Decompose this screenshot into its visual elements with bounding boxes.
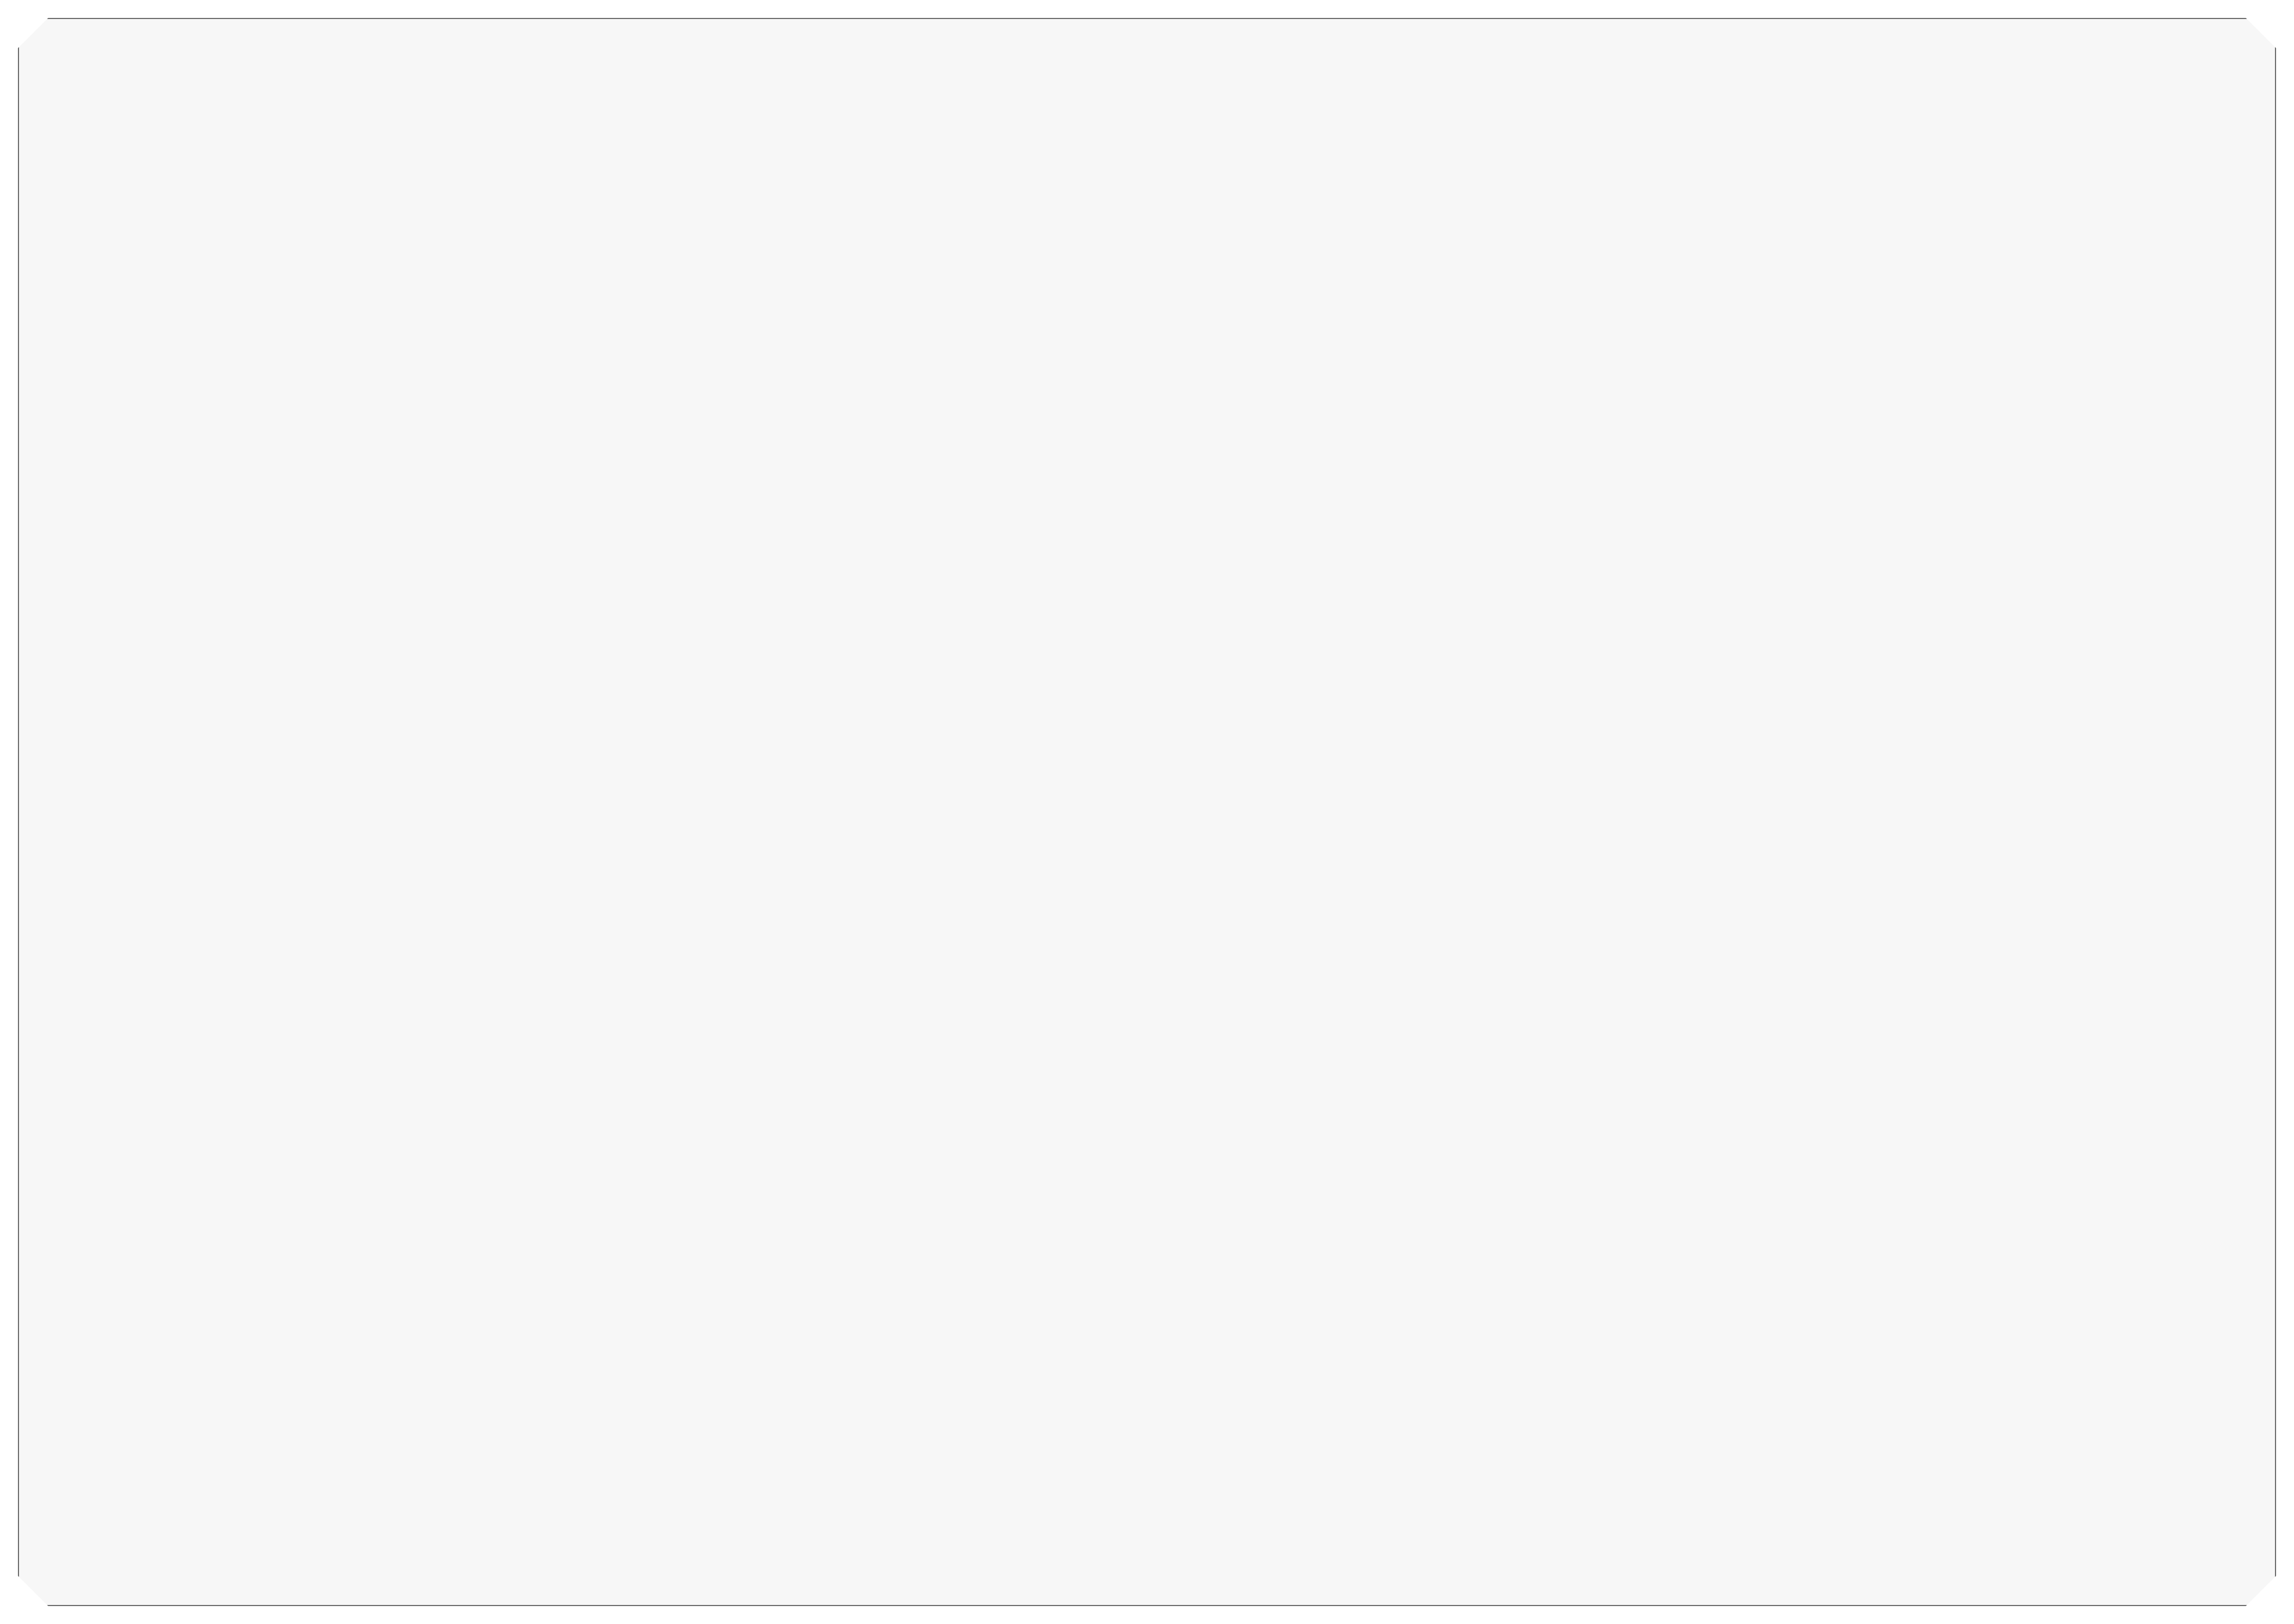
- empty-panel: [18, 18, 2276, 1606]
